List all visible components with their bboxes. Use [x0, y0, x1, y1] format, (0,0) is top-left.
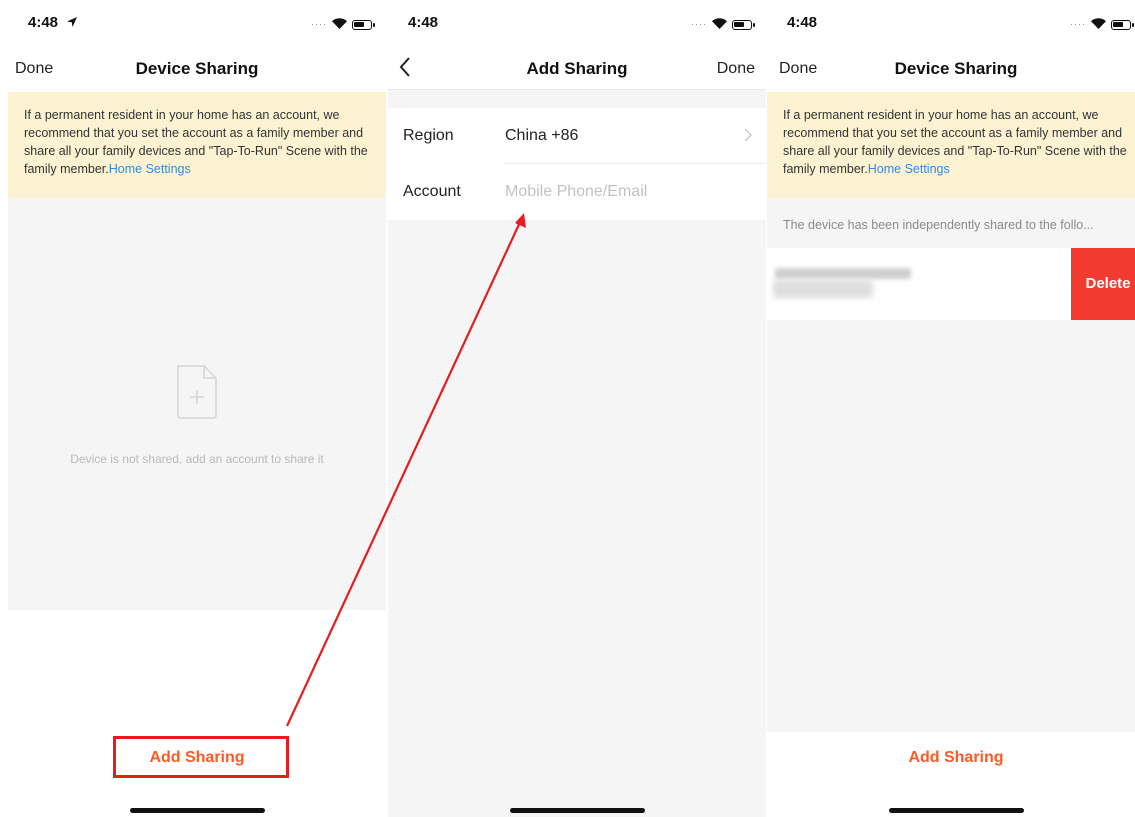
home-settings-link[interactable]: Home Settings	[868, 162, 950, 176]
delete-button[interactable]: Delete	[1071, 248, 1135, 320]
battery-icon	[1111, 20, 1134, 30]
wifi-icon	[1091, 16, 1106, 34]
page-title: Device Sharing	[135, 59, 259, 78]
add-sharing-form: Region China +86 Account	[388, 108, 766, 220]
family-notice-banner: If a permanent resident in your home has…	[8, 92, 386, 198]
nav-bar: Done Device Sharing	[767, 52, 1135, 88]
add-sharing-screen: 4:48 ···· Add Sharing Done Region China …	[388, 0, 766, 817]
annotation-highlight-box	[113, 736, 289, 778]
notice-text: If a permanent resident in your home has…	[783, 108, 1127, 176]
list-background	[767, 320, 1135, 732]
location-arrow-icon	[66, 15, 78, 33]
account-row: Account	[388, 164, 766, 220]
page-title: Add Sharing	[526, 59, 628, 78]
empty-state: Device is not shared, add an account to …	[8, 198, 386, 610]
done-button[interactable]: Done	[779, 60, 817, 78]
device-sharing-screen-empty: 4:48 ···· Done Device Sharing If a perma…	[8, 0, 386, 817]
blurred-account-name	[775, 268, 911, 279]
battery-icon	[732, 20, 755, 30]
status-time: 4:48	[28, 14, 59, 31]
home-indicator	[130, 808, 265, 813]
status-bar: 4:48 ····	[8, 0, 386, 46]
blurred-account-detail	[773, 280, 873, 298]
device-sharing-screen-shared: 4:48 ···· Done Device Sharing If a perma…	[767, 0, 1135, 817]
wifi-icon	[332, 16, 347, 34]
signal-dots-icon: ····	[1070, 19, 1086, 29]
empty-state-text: Device is not shared, add an account to …	[70, 452, 324, 466]
shared-account-row[interactable]: Delete	[767, 248, 1135, 320]
add-sharing-button[interactable]: Add Sharing	[767, 734, 1135, 782]
chevron-left-icon[interactable]	[398, 56, 412, 83]
account-label: Account	[403, 183, 461, 200]
region-label: Region	[403, 127, 454, 144]
chevron-right-icon	[744, 128, 752, 147]
home-indicator	[889, 808, 1024, 813]
shared-list-header: The device has been independently shared…	[767, 198, 1135, 248]
status-time: 4:48	[408, 14, 439, 31]
family-notice-banner: If a permanent resident in your home has…	[767, 92, 1135, 198]
done-button[interactable]: Done	[717, 60, 755, 78]
status-time: 4:48	[787, 14, 818, 31]
nav-bar: Done Device Sharing	[8, 52, 386, 88]
notice-text: If a permanent resident in your home has…	[24, 108, 368, 176]
shared-list-caption: The device has been independently shared…	[783, 218, 1094, 232]
status-bar: 4:48 ····	[767, 0, 1135, 46]
home-settings-link[interactable]: Home Settings	[109, 162, 191, 176]
signal-dots-icon: ····	[311, 19, 327, 29]
signal-dots-icon: ····	[691, 19, 707, 29]
done-button[interactable]: Done	[15, 60, 53, 78]
status-bar: 4:48 ····	[388, 0, 766, 46]
wifi-icon	[712, 16, 727, 34]
account-input[interactable]	[505, 178, 745, 206]
page-title: Device Sharing	[894, 59, 1018, 78]
nav-bar: Add Sharing Done	[388, 52, 766, 88]
home-indicator	[510, 808, 645, 813]
battery-icon	[352, 20, 375, 30]
region-row[interactable]: Region China +86	[388, 108, 766, 164]
region-value: China +86	[505, 127, 579, 144]
document-add-icon	[174, 364, 220, 425]
